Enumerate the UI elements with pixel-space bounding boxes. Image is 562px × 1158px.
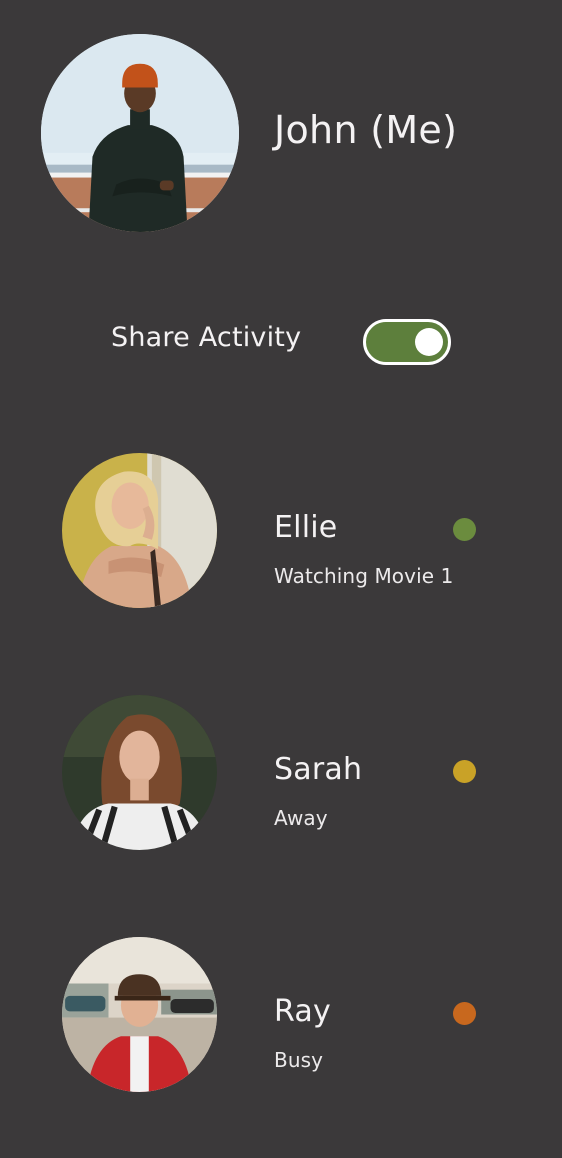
toggle-knob: [415, 328, 443, 356]
friend-avatar-ellie[interactable]: [62, 453, 217, 608]
status-dot-ray: [453, 1002, 476, 1025]
profile-avatar[interactable]: [41, 34, 239, 232]
profile-name: John (Me): [274, 108, 458, 152]
friend-status-ellie: Watching Movie 1: [274, 564, 454, 588]
friend-name-sarah: Sarah: [274, 752, 363, 787]
friend-name-ellie: Ellie: [274, 510, 338, 545]
friend-avatar-sarah[interactable]: [62, 695, 217, 850]
friend-status-sarah: Away: [274, 806, 328, 830]
friend-status-ray: Busy: [274, 1048, 324, 1072]
status-dot-sarah: [453, 760, 476, 783]
friend-name-ray: Ray: [274, 994, 331, 1029]
status-dot-ellie: [453, 518, 476, 541]
friend-avatar-ray[interactable]: [62, 937, 217, 1092]
share-activity-toggle[interactable]: [363, 319, 451, 365]
share-activity-label: Share Activity: [111, 322, 302, 353]
